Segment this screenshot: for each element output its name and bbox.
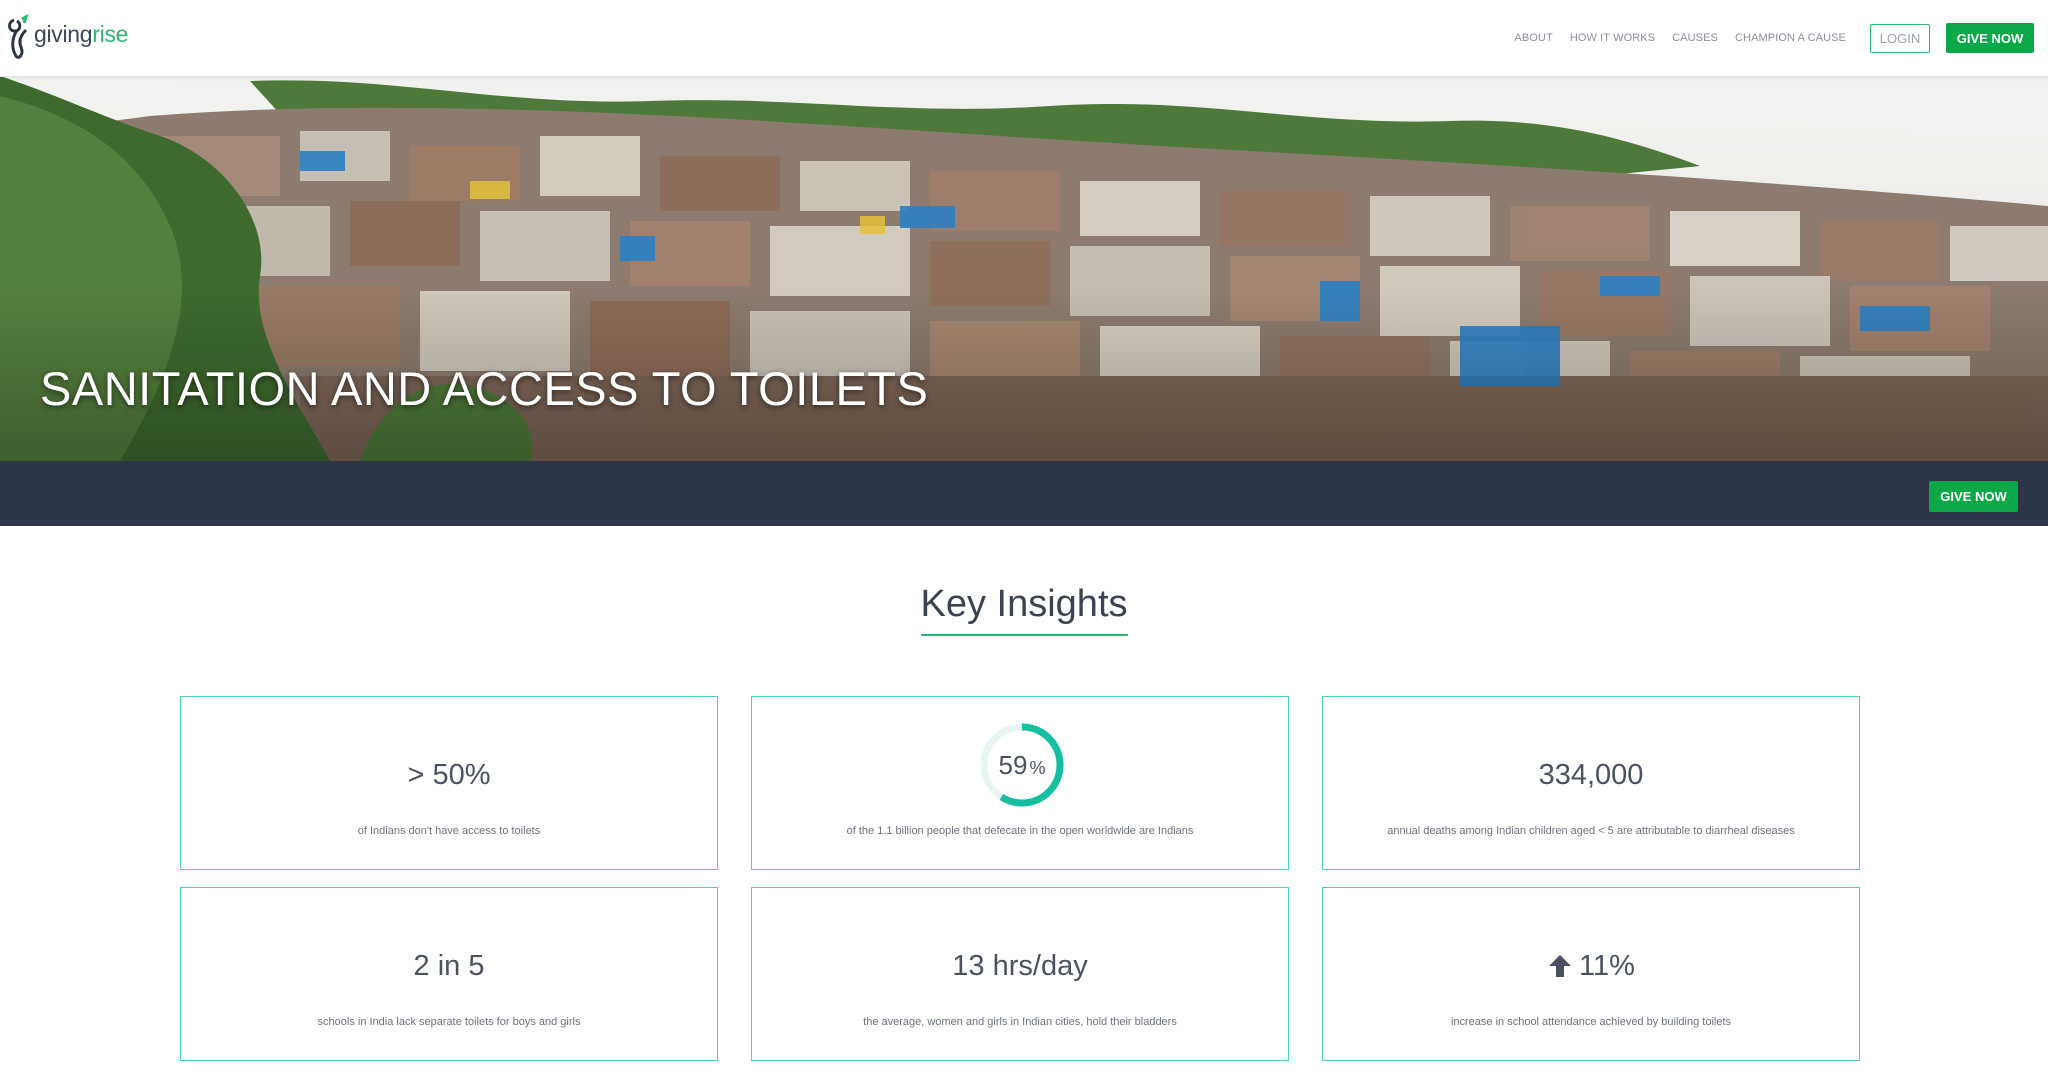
nav-link-champion-a-cause[interactable]: CHAMPION A CAUSE bbox=[1735, 32, 1846, 44]
insight-card: 11% increase in school attendance achiev… bbox=[1322, 887, 1860, 1061]
give-now-button-bar[interactable]: GIVE NOW bbox=[1929, 481, 2018, 512]
hero-title: SANITATION AND ACCESS TO TOILETS bbox=[40, 362, 929, 415]
hero-banner: SANITATION AND ACCESS TO TOILETS bbox=[0, 76, 2048, 461]
logo-figure-icon bbox=[8, 14, 29, 59]
nav-link-how-it-works[interactable]: HOW IT WORKS bbox=[1570, 32, 1655, 44]
action-bar: GIVE NOW bbox=[0, 461, 2048, 526]
insight-description: of the 1.1 billion people that defecate … bbox=[846, 825, 1194, 837]
progress-ring: 59% bbox=[979, 722, 1065, 808]
ring-unit: % bbox=[1029, 758, 1046, 778]
top-navbar: givingrise ABOUT HOW IT WORKS CAUSES CHA… bbox=[0, 0, 2048, 77]
insight-description: of Indians don't have access to toilets bbox=[357, 825, 541, 837]
logo-text: givingrise bbox=[34, 20, 129, 47]
nav-links: ABOUT HOW IT WORKS CAUSES CHAMPION A CAU… bbox=[1514, 0, 2048, 76]
give-now-button-nav[interactable]: GIVE NOW bbox=[1946, 23, 2034, 53]
givingrise-logo[interactable]: givingrise bbox=[6, 14, 128, 60]
nav-link-causes[interactable]: CAUSES bbox=[1672, 32, 1718, 44]
insight-card: 334,000 annual deaths among Indian child… bbox=[1322, 696, 1860, 870]
insight-card: 59% of the 1.1 billion people that defec… bbox=[751, 696, 1289, 870]
insight-description: increase in school attendance achieved b… bbox=[1450, 1016, 1732, 1028]
insight-value: 334,000 bbox=[1538, 759, 1644, 791]
insight-value: > 50% bbox=[407, 759, 491, 791]
insight-card: > 50% of Indians don't have access to to… bbox=[180, 696, 718, 870]
key-insights-title: Key Insights bbox=[920, 580, 1128, 636]
insight-description: annual deaths among Indian children aged… bbox=[1387, 825, 1795, 837]
nav-link-about[interactable]: ABOUT bbox=[1514, 32, 1552, 44]
insight-value: 2 in 5 bbox=[413, 950, 485, 982]
insight-description: the average, women and girls in Indian c… bbox=[863, 1016, 1177, 1028]
login-button[interactable]: LOGIN bbox=[1870, 23, 1930, 53]
insight-description: schools in India lack separate toilets f… bbox=[317, 1016, 581, 1028]
ring-value: 59% bbox=[979, 750, 1065, 781]
insight-card: 13 hrs/day the average, women and girls … bbox=[751, 887, 1289, 1061]
insight-value: 13 hrs/day bbox=[952, 950, 1088, 982]
insight-value: 11% bbox=[1323, 950, 1859, 983]
ring-number: 59 bbox=[998, 750, 1028, 780]
insight-value-text: 11% bbox=[1579, 950, 1635, 982]
key-insights-heading-wrap: Key Insights bbox=[0, 580, 2048, 636]
arrow-up-icon bbox=[1549, 955, 1572, 977]
insight-card: 2 in 5 schools in India lack separate to… bbox=[180, 887, 718, 1061]
